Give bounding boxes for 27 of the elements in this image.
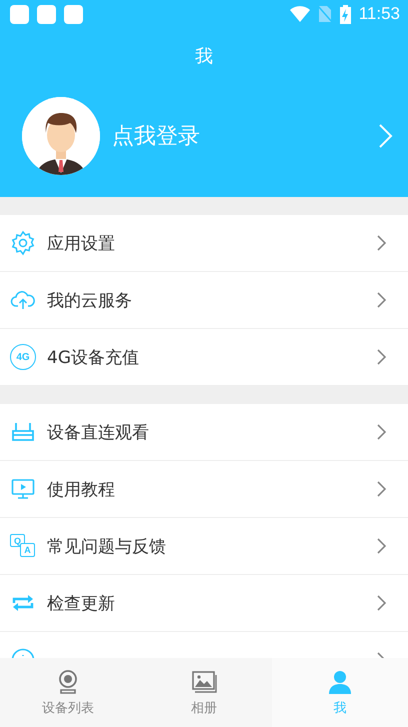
menu-item[interactable]: Q A 常见问题与反馈 bbox=[0, 518, 408, 575]
chevron-right-icon bbox=[376, 291, 388, 309]
monitor-icon bbox=[10, 476, 36, 502]
person-icon bbox=[327, 668, 353, 694]
menu-item[interactable]: 我的云服务 bbox=[0, 272, 408, 329]
gear-icon bbox=[10, 230, 36, 256]
menu-item[interactable]: 应用设置 bbox=[0, 215, 408, 272]
chevron-right-icon bbox=[376, 537, 388, 555]
4g-icon: 4G bbox=[10, 344, 36, 370]
chevron-right-icon bbox=[376, 594, 388, 612]
notification-icon bbox=[37, 4, 56, 24]
chevron-right-icon bbox=[376, 480, 388, 498]
menu-item[interactable]: 使用教程 bbox=[0, 461, 408, 518]
menu-item[interactable]: 检查更新 bbox=[0, 575, 408, 632]
chevron-right-icon bbox=[376, 234, 388, 252]
status-time: 11:53 bbox=[358, 4, 400, 24]
chevron-right-icon bbox=[376, 423, 388, 441]
battery-charging-icon bbox=[340, 4, 351, 24]
chevron-right-icon[interactable] bbox=[378, 122, 394, 148]
photo-album-icon bbox=[191, 668, 217, 694]
chevron-right-icon bbox=[376, 348, 388, 366]
menu-item[interactable]: 设备直连观看 bbox=[0, 404, 408, 461]
notification-icon bbox=[10, 4, 29, 24]
page-title: 我 bbox=[195, 45, 213, 68]
no-sim-icon bbox=[318, 5, 332, 23]
wifi-icon bbox=[290, 6, 310, 22]
notification-icon bbox=[64, 4, 83, 24]
